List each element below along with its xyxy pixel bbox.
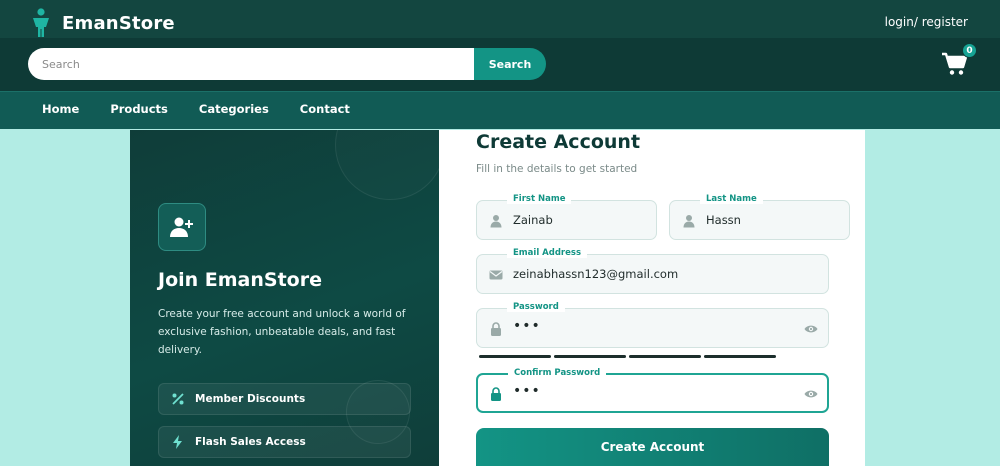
eye-icon[interactable] <box>804 387 818 401</box>
person-logo-icon <box>33 8 49 37</box>
password-label: Password <box>507 302 565 312</box>
password-strength-meter <box>479 355 776 358</box>
join-title: Join EmanStore <box>158 269 322 291</box>
strength-segment <box>629 355 701 358</box>
email-field[interactable]: Email Address zeinabhassn123@gmail.com <box>476 248 829 294</box>
signup-form: Create Account Fill in the details to ge… <box>439 130 865 466</box>
envelope-icon <box>489 270 503 280</box>
strength-segment <box>479 355 551 358</box>
strength-segment <box>704 355 776 358</box>
eye-icon[interactable] <box>804 322 818 336</box>
password-field[interactable]: Password ••• <box>476 302 829 348</box>
search-bar: Search <box>28 48 546 80</box>
brand-logo[interactable]: EmanStore <box>30 8 175 38</box>
confirm-password-label: Confirm Password <box>508 368 607 378</box>
top-header: EmanStore login/ register Search 0 <box>0 0 1000 91</box>
lock-icon <box>491 387 501 401</box>
user-icon <box>683 215 695 228</box>
cart-count-badge: 0 <box>962 43 977 58</box>
confirm-password-field[interactable]: Confirm Password ••• <box>476 368 829 413</box>
email-value: zeinabhassn123@gmail.com <box>513 267 679 281</box>
nav-item-home[interactable]: Home <box>42 102 79 116</box>
user-icon <box>490 215 502 228</box>
strength-segment <box>554 355 626 358</box>
form-title: Create Account <box>476 131 641 153</box>
create-account-button[interactable]: Create Account <box>476 428 829 466</box>
password-value: ••• <box>513 318 541 334</box>
first-name-field[interactable]: First Name Zainab <box>476 194 657 240</box>
login-register-link[interactable]: login/ register <box>885 15 968 29</box>
confirm-password-value: ••• <box>513 383 541 399</box>
form-subtitle: Fill in the details to get started <box>476 163 638 175</box>
brand-name: EmanStore <box>62 12 175 34</box>
cart-button[interactable]: 0 <box>942 43 977 78</box>
feature-member-discounts: Member Discounts <box>158 383 411 415</box>
lock-icon <box>491 322 501 336</box>
first-name-label: First Name <box>507 194 572 204</box>
last-name-value: Hassn <box>706 213 741 227</box>
email-label: Email Address <box>507 248 588 258</box>
feature-label: Flash Sales Access <box>195 436 306 448</box>
join-panel: Join EmanStore Create your free account … <box>130 130 439 466</box>
search-input[interactable] <box>28 48 474 80</box>
lightning-icon <box>173 435 182 449</box>
last-name-field[interactable]: Last Name Hassn <box>669 194 850 240</box>
add-user-icon <box>170 217 193 237</box>
last-name-label: Last Name <box>700 194 763 204</box>
join-icon-box <box>158 203 206 251</box>
nav-item-products[interactable]: Products <box>110 102 168 116</box>
feature-label: Member Discounts <box>195 393 306 405</box>
join-description: Create your free account and unlock a wo… <box>158 308 406 356</box>
first-name-value: Zainab <box>513 213 553 227</box>
main-nav: Home Products Categories Contact <box>0 91 1000 129</box>
feature-flash-sales: Flash Sales Access <box>158 426 411 458</box>
search-button[interactable]: Search <box>474 48 546 80</box>
nav-item-categories[interactable]: Categories <box>199 102 269 116</box>
percent-icon <box>172 393 184 405</box>
nav-item-contact[interactable]: Contact <box>300 102 350 116</box>
decorative-circle <box>335 130 439 200</box>
